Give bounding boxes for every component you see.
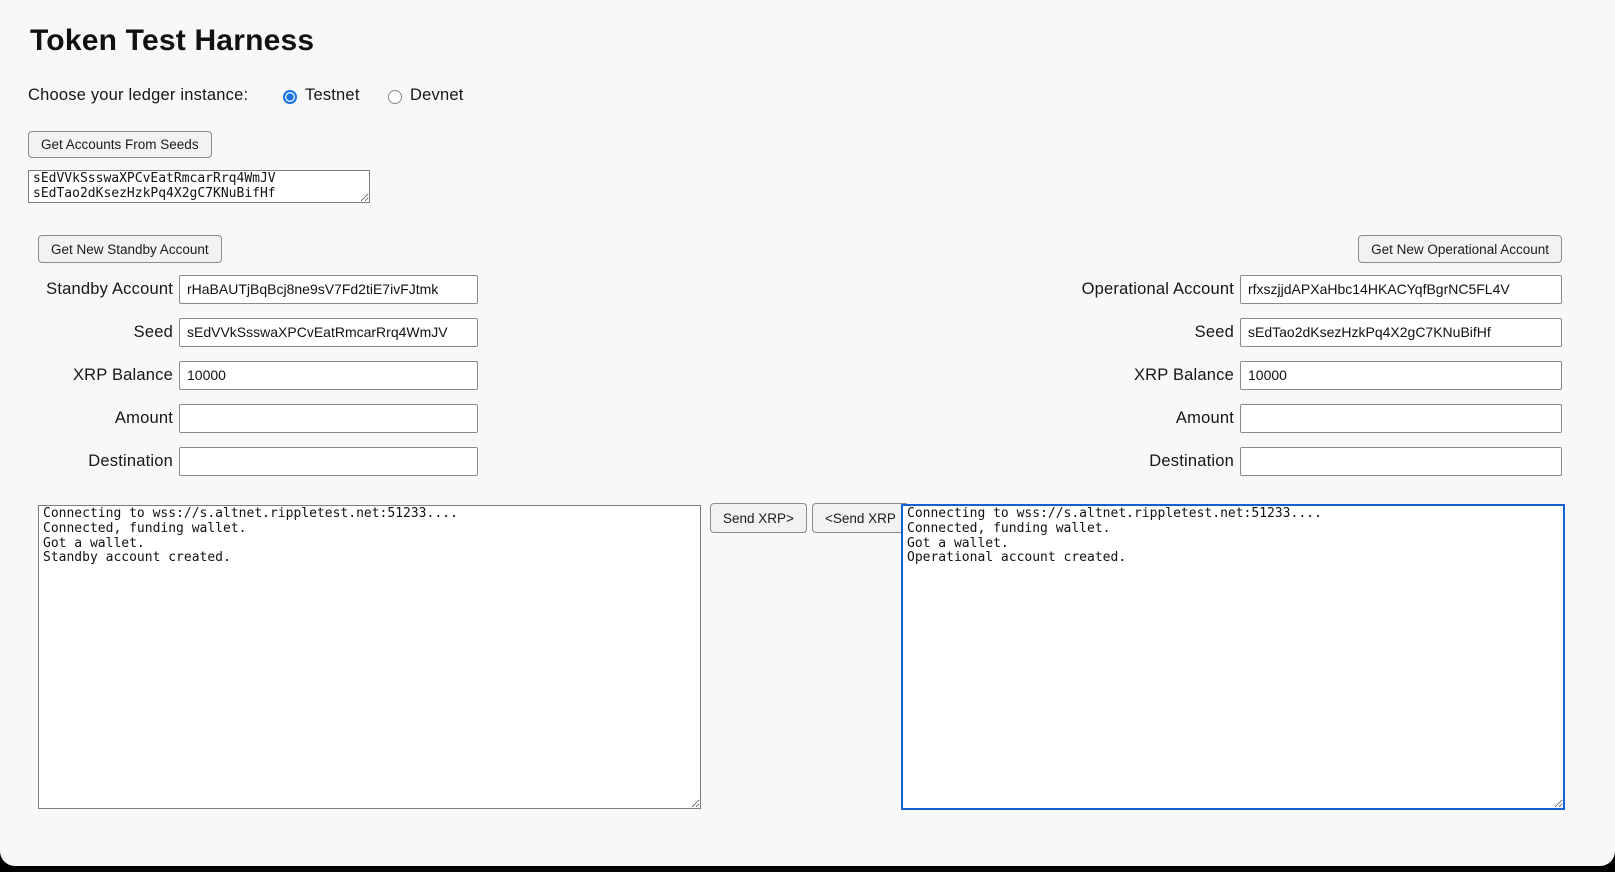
send-xrp-to-standby-button[interactable]: <Send XRP [812,503,909,533]
operational-seed-input[interactable] [1240,318,1562,347]
standby-seed-input[interactable] [179,318,478,347]
standby-seed-label: Seed [0,323,173,342]
standby-amount-label: Amount [0,409,173,428]
operational-amount-label: Amount [900,409,1234,428]
testnet-radio[interactable] [283,90,297,104]
devnet-radio[interactable] [388,90,402,104]
operational-destination-input[interactable] [1240,447,1562,476]
standby-destination-label: Destination [0,452,173,471]
ledger-instance-prompt: Choose your ledger instance: [28,86,248,105]
operational-xrp-balance-input[interactable] [1240,361,1562,390]
standby-account-label: Standby Account [0,280,173,299]
operational-amount-input[interactable] [1240,404,1562,433]
testnet-radio-label[interactable]: Testnet [305,86,360,105]
send-xrp-to-operational-button[interactable]: Send XRP> [710,503,807,533]
standby-xrp-balance-label: XRP Balance [0,366,173,385]
devnet-radio-label[interactable]: Devnet [410,86,463,105]
operational-account-input[interactable] [1240,275,1562,304]
get-new-operational-account-button[interactable]: Get New Operational Account [1358,235,1562,263]
get-accounts-from-seeds-button[interactable]: Get Accounts From Seeds [28,131,212,158]
standby-amount-input[interactable] [179,404,478,433]
seeds-textarea[interactable]: sEdVVkSsswaXPCvEatRmcarRrq4WmJV sEdTao2d… [28,170,370,203]
operational-account-label: Operational Account [900,280,1234,299]
operational-seed-label: Seed [900,323,1234,342]
standby-log-textarea[interactable]: Connecting to wss://s.altnet.rippletest.… [38,505,701,809]
operational-log-textarea[interactable]: Connecting to wss://s.altnet.rippletest.… [901,504,1565,810]
page-title: Token Test Harness [30,24,314,58]
operational-xrp-balance-label: XRP Balance [900,366,1234,385]
standby-destination-input[interactable] [179,447,478,476]
token-test-harness-page: Token Test Harness Choose your ledger in… [0,0,1615,866]
operational-destination-label: Destination [900,452,1234,471]
standby-account-input[interactable] [179,275,478,304]
standby-xrp-balance-input[interactable] [179,361,478,390]
get-new-standby-account-button[interactable]: Get New Standby Account [38,235,222,263]
